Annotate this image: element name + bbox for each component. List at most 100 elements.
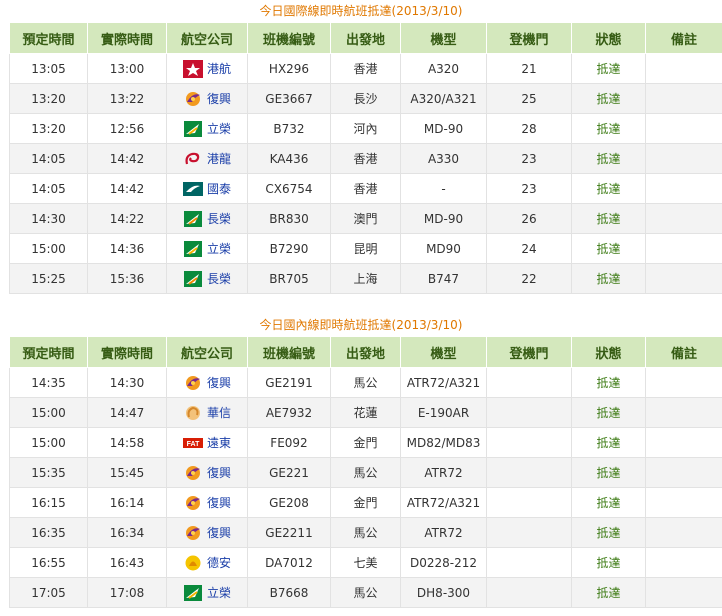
column-header: 航空公司 <box>166 22 248 54</box>
airline-name: 復興 <box>206 496 231 510</box>
column-header: 備註 <box>645 22 722 54</box>
eva-air-icon <box>183 210 203 228</box>
flight-number-cell: BR705 <box>247 263 331 294</box>
status-cell: 抵達 <box>571 577 646 608</box>
note-cell <box>645 427 722 458</box>
international-table: 預定時間 實際時間 航空公司 班機編號 出發地 機型 登機門 狀態 備註 13:05 13:00 港… <box>9 22 722 294</box>
airline-cell: 港龍 <box>166 143 248 174</box>
table-row: 17:05 17:08 立榮 B7668 馬公 DH8-300 抵達 <box>9 577 722 608</box>
airline-cell: 復興 <box>166 457 248 488</box>
origin-cell: 馬公 <box>330 367 401 398</box>
flight-number-cell: DA7012 <box>247 547 331 578</box>
status-cell: 抵達 <box>571 233 646 264</box>
airline-cell: 立榮 <box>166 113 248 144</box>
airline-cell: 復興 <box>166 367 248 398</box>
airline-cell: 長榮 <box>166 203 248 234</box>
column-header: 機型 <box>400 22 487 54</box>
flight-number-cell: GE2191 <box>247 367 331 398</box>
airline-name: 遠東 <box>206 436 231 450</box>
status-cell: 抵達 <box>571 53 646 84</box>
note-cell <box>645 83 722 114</box>
uni-air-icon <box>183 240 203 258</box>
aircraft-type-cell: ATR72 <box>400 457 487 488</box>
table-row: 16:15 16:14 復興 GE208 金門 ATR72/A321 抵達 <box>9 487 722 518</box>
transasia-icon <box>183 524 203 542</box>
column-header: 機型 <box>400 336 487 368</box>
note-cell <box>645 577 722 608</box>
flight-number-cell: B732 <box>247 113 331 144</box>
transasia-icon <box>183 494 203 512</box>
actual-time-cell: 14:58 <box>87 427 167 458</box>
flight-number-cell: B7290 <box>247 233 331 264</box>
flight-number-cell: BR830 <box>247 203 331 234</box>
aircraft-type-cell: MD-90 <box>400 113 487 144</box>
column-header: 登機門 <box>486 22 572 54</box>
aircraft-type-cell: B747 <box>400 263 487 294</box>
airline-cell: 復興 <box>166 517 248 548</box>
airline-cell: 長榮 <box>166 263 248 294</box>
actual-time-cell: 15:36 <box>87 263 167 294</box>
status-cell: 抵達 <box>571 487 646 518</box>
table-row: 14:30 14:22 長榮 BR830 澳門 MD-90 26 抵達 <box>9 203 722 234</box>
note-cell <box>645 487 722 518</box>
actual-time-cell: 14:36 <box>87 233 167 264</box>
table-header-row: 預定時間 實際時間 航空公司 班機編號 出發地 機型 登機門 狀態 備註 <box>9 336 722 368</box>
gate-cell: 23 <box>486 173 572 204</box>
gate-cell <box>486 517 572 548</box>
status-cell: 抵達 <box>571 263 646 294</box>
origin-cell: 馬公 <box>330 457 401 488</box>
table-row: 14:05 14:42 國泰 CX6754 香港 -23 抵達 <box>9 173 722 204</box>
transasia-icon <box>183 90 203 108</box>
actual-time-cell: 14:22 <box>87 203 167 234</box>
status-cell: 抵達 <box>571 173 646 204</box>
actual-time-cell: 16:43 <box>87 547 167 578</box>
aircraft-type-cell: - <box>400 173 487 204</box>
scheduled-time-cell: 15:00 <box>9 427 88 458</box>
airline-cell: FAT 遠東 <box>166 427 248 458</box>
status-cell: 抵達 <box>571 547 646 578</box>
gate-cell: 23 <box>486 143 572 174</box>
actual-time-cell: 12:56 <box>87 113 167 144</box>
scheduled-time-cell: 15:00 <box>9 233 88 264</box>
column-header: 狀態 <box>571 22 646 54</box>
cathay-icon <box>182 180 203 198</box>
airline-name: 復興 <box>206 466 231 480</box>
actual-time-cell: 14:47 <box>87 397 167 428</box>
transasia-icon <box>183 464 203 482</box>
note-cell <box>645 143 722 174</box>
note-cell <box>645 367 722 398</box>
origin-cell: 馬公 <box>330 577 401 608</box>
note-cell <box>645 233 722 264</box>
airline-cell: 國泰 <box>166 173 248 204</box>
table-row: 15:25 15:36 長榮 BR705 上海 B747 22 抵達 <box>9 263 722 294</box>
actual-time-cell: 15:45 <box>87 457 167 488</box>
airline-name: 華信 <box>206 406 231 420</box>
flight-number-cell: GE2211 <box>247 517 331 548</box>
scheduled-time-cell: 15:00 <box>9 397 88 428</box>
daily-air-icon <box>183 554 203 572</box>
origin-cell: 金門 <box>330 487 401 518</box>
column-header: 實際時間 <box>87 336 167 368</box>
status-cell: 抵達 <box>571 457 646 488</box>
actual-time-cell: 16:14 <box>87 487 167 518</box>
airline-name: 立榮 <box>206 122 231 136</box>
airline-name: 復興 <box>206 526 231 540</box>
origin-cell: 昆明 <box>330 233 401 264</box>
origin-cell: 七美 <box>330 547 401 578</box>
gate-cell: 26 <box>486 203 572 234</box>
gate-cell <box>486 487 572 518</box>
far-eastern-icon: FAT <box>182 434 203 452</box>
airline-cell: 港航 <box>166 53 248 84</box>
aircraft-type-cell: MD-90 <box>400 203 487 234</box>
uni-air-icon <box>183 584 203 602</box>
origin-cell: 香港 <box>330 143 401 174</box>
airline-name: 立榮 <box>206 242 231 256</box>
column-header: 班機編號 <box>247 22 331 54</box>
airline-name: 港龍 <box>206 152 231 166</box>
aircraft-type-cell: DH8-300 <box>400 577 487 608</box>
airline-name: 立榮 <box>206 586 231 600</box>
status-cell: 抵達 <box>571 113 646 144</box>
table-row: 13:20 12:56 立榮 B732 河內 MD-90 28 抵達 <box>9 113 722 144</box>
actual-time-cell: 14:30 <box>87 367 167 398</box>
aircraft-type-cell: A330 <box>400 143 487 174</box>
